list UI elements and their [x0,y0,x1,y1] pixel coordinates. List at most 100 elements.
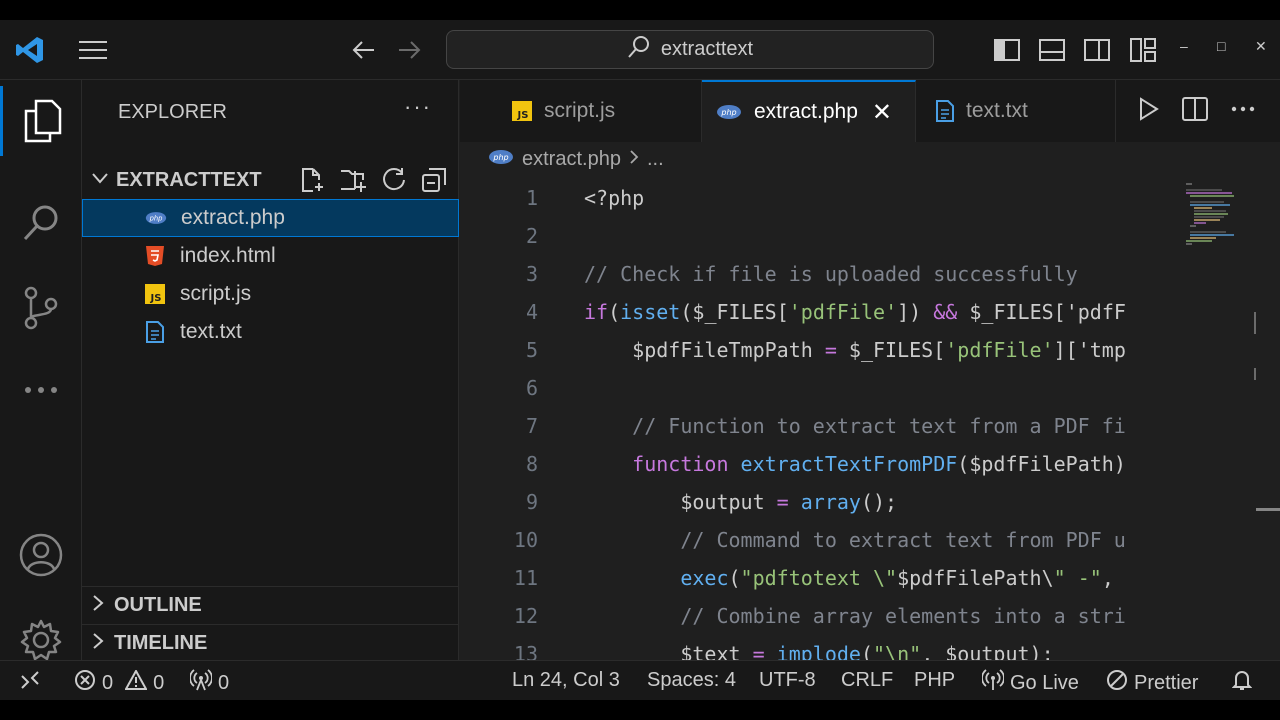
code-line[interactable]: 12 // Combine array elements into a stri [460,597,1180,635]
code-line[interactable]: 8 function extractTextFromPDF($pdfFilePa… [460,445,1180,483]
sidebar-more-icon[interactable]: ··· [404,94,432,120]
code-line[interactable]: 4 if(isset($_FILES['pdfFile']) && $_FILES… [460,293,1180,331]
check-circle-icon [1106,669,1128,697]
prettier-button[interactable]: Prettier [1106,669,1198,697]
forward-arrow-icon[interactable] [393,34,425,66]
close-tab-icon[interactable]: ✕ [872,98,892,127]
cursor-position[interactable]: Ln 24, Col 3 [512,669,620,692]
title-bar: extracttext – □ ✕ [0,20,1280,80]
file-item-script-js[interactable]: JS script.js [82,275,459,313]
code-line[interactable]: 9 $output = array(); [460,483,1180,521]
file-item-text-txt[interactable]: text.txt [82,313,459,351]
more-views-icon[interactable] [0,355,82,425]
breadcrumb-more[interactable]: ... [647,148,664,171]
outline-section[interactable]: OUTLINE [82,586,459,624]
new-folder-icon[interactable] [339,167,367,198]
tab-label: text.txt [966,99,1028,122]
code-line[interactable]: 11 exec("pdftotext \"$pdfFilePath\" -", [460,559,1180,597]
remote-indicator-icon[interactable] [20,670,40,690]
customize-layout-icon[interactable] [1127,34,1159,66]
minimap[interactable] [1182,180,1260,660]
code-line[interactable]: 2 [460,217,1180,255]
accounts-icon[interactable] [0,520,82,590]
line-text: // Function to extract text from a PDF f… [584,414,1126,438]
indentation[interactable]: Spaces: 4 [647,669,736,692]
php-icon: php [488,148,514,171]
chevron-down-icon [92,171,108,189]
minimize-icon[interactable]: – [1180,38,1188,54]
code-line[interactable]: 1 <?php [460,180,1180,217]
back-arrow-icon[interactable] [348,34,380,66]
end-of-line[interactable]: CRLF [841,669,893,692]
vscode-window: extracttext – □ ✕ EXPLORER ··· EXTRACTTE… [0,20,1280,700]
line-text: exec("pdftotext \"$pdfFilePath\" -", [680,566,1114,590]
line-text: $output = array(); [584,490,898,514]
broadcast-icon [189,669,213,697]
breadcrumb-file[interactable]: extract.php [522,148,621,171]
code-line[interactable]: 6 [460,369,1180,407]
ports-indicator[interactable]: 0 [189,669,229,697]
file-name: text.txt [180,320,242,343]
menu-icon[interactable] [77,34,109,66]
svg-text:php: php [492,153,508,162]
file-item-index-html[interactable]: index.html [82,237,459,275]
more-actions-icon[interactable] [1230,97,1256,126]
refresh-icon[interactable] [381,167,407,198]
file-name: extract.php [181,206,285,229]
command-center-search[interactable]: extracttext [446,30,934,69]
overview-ruler-marker [1256,508,1280,511]
tab-label: script.js [544,99,616,122]
sidebar-title: EXPLORER [118,101,227,123]
line-text: // Command to extract text from PDF u [584,528,1126,552]
timeline-section[interactable]: TIMELINE [82,624,459,662]
code-editor[interactable]: 1 <?php 2 3 // Check if file is uploaded suc… [460,180,1180,660]
explorer-icon[interactable] [0,86,82,156]
go-live-button[interactable]: Go Live [981,669,1079,697]
svg-text:JS: JS [517,110,529,121]
line-text: function extractTextFromPDF($pdfFilePath… [632,452,1126,476]
vertical-scrollbar[interactable] [1254,180,1256,660]
search-icon[interactable] [0,188,82,258]
line-number: 6 [525,376,538,400]
source-control-icon[interactable] [0,273,82,343]
toggle-primary-sidebar-icon[interactable] [991,34,1023,66]
chevron-right-icon [629,148,639,171]
error-count: 0 [102,671,114,694]
code-line[interactable]: 10 // Command to extract text from PDF u [460,521,1180,559]
text-file-icon [936,100,954,122]
tab-extract-php[interactable]: php extract.php ✕ [702,80,916,142]
folder-extracttext[interactable]: EXTRACTTEXT [82,161,459,199]
new-file-icon[interactable] [299,167,325,198]
activity-bar [0,80,82,661]
tab-text-txt[interactable]: text.txt [916,80,1116,142]
language-mode[interactable]: PHP [914,669,955,692]
go-live-label: Go Live [1010,671,1079,694]
warning-icon [124,668,148,696]
line-number: 13 [513,642,538,660]
maximize-icon[interactable]: □ [1217,38,1225,54]
close-window-icon[interactable]: ✕ [1255,38,1267,55]
collapse-all-icon[interactable] [421,167,447,198]
outline-label: OUTLINE [114,594,202,616]
file-name: index.html [180,244,276,267]
line-text: // Check if file is uploaded successfull… [584,262,1078,286]
chevron-right-icon [92,633,104,654]
run-icon[interactable] [1138,97,1160,126]
line-text: if(isset($_FILES['pdfFile']) && $_FILES[… [584,300,1126,324]
line-number: 8 [525,452,538,476]
code-line[interactable]: 7 // Function to extract text from a PDF… [460,407,1180,445]
editor-tabs: JS script.js php extract.php ✕ text.txt [460,80,1280,142]
code-line[interactable]: 3 // Check if file is uploaded successful… [460,255,1180,293]
code-line[interactable]: 5 $pdfFileTmpPath = $_FILES['pdfFile']['… [460,331,1180,369]
toggle-panel-icon[interactable] [1036,34,1068,66]
file-item-extract-php[interactable]: php extract.php [82,199,459,237]
encoding[interactable]: UTF-8 [759,669,816,692]
explorer-sidebar: EXPLORER ··· EXTRACTTEXT php extract.php… [82,80,459,660]
toggle-secondary-sidebar-icon[interactable] [1081,34,1113,66]
code-line[interactable]: 13 $text = implode("\n", $output); [460,635,1180,660]
notifications-bell-icon[interactable] [1232,669,1252,691]
problems-indicator[interactable]: 0 0 [74,668,164,697]
tab-script-js[interactable]: JS script.js [494,80,702,142]
split-editor-icon[interactable] [1182,97,1208,126]
status-bar: 0 0 0 Ln 24, Col 3 Spaces: 4 UTF-8 CRLF … [0,660,1280,700]
